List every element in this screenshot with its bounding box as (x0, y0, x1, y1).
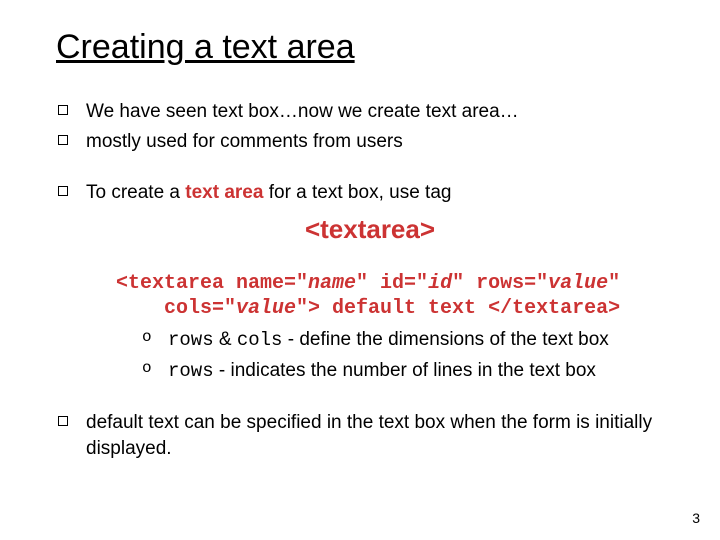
code-example: <textarea name="name" id="id" rows="valu… (116, 271, 664, 321)
spacer (56, 158, 684, 180)
bullet-item: We have seen text box…now we create text… (58, 99, 684, 125)
text-emphasis: text area (185, 182, 263, 203)
code-text: <textarea name=" (116, 272, 308, 295)
code-text: cols (237, 329, 283, 351)
code-text: cols=" (164, 297, 236, 320)
code-text: rows (168, 329, 214, 351)
slide-title: Creating a text area (56, 28, 684, 67)
code-line: cols="value"> default text </textarea> (116, 296, 664, 321)
code-italic: value (236, 297, 296, 320)
bullet-list: We have seen text box…now we create text… (58, 99, 684, 154)
text: - indicates the number of lines in the t… (214, 360, 596, 381)
code-text: rows (168, 360, 214, 382)
code-italic: name (308, 272, 356, 295)
bullet-item: To create a text area for a text box, us… (58, 180, 684, 206)
bullet-list: To create a text area for a text box, us… (58, 180, 684, 206)
code-italic: value (548, 272, 608, 295)
code-line: <textarea name="name" id="id" rows="valu… (116, 271, 664, 296)
text: & (214, 329, 237, 350)
bullet-list: default text can be specified in the tex… (58, 410, 684, 461)
sub-bullet-list: rows & cols - define the dimensions of t… (142, 327, 684, 384)
tag-label: <textarea> (56, 214, 684, 245)
code-text: " rows=" (452, 272, 548, 295)
bullet-item: mostly used for comments from users (58, 129, 684, 155)
sub-bullet-item: rows & cols - define the dimensions of t… (142, 327, 684, 354)
spacer (56, 388, 684, 410)
code-italic: id (428, 272, 452, 295)
code-text: " id=" (356, 272, 428, 295)
sub-bullet-item: rows - indicates the number of lines in … (142, 358, 684, 385)
text: - define the dimensions of the text box (282, 329, 608, 350)
page-number: 3 (692, 510, 700, 526)
bullet-item: default text can be specified in the tex… (58, 410, 684, 461)
slide: Creating a text area We have seen text b… (0, 0, 720, 540)
code-text: "> default text </textarea> (296, 297, 620, 320)
code-text: " (608, 272, 620, 295)
text: for a text box, use tag (263, 182, 451, 203)
text: To create a (86, 182, 185, 203)
